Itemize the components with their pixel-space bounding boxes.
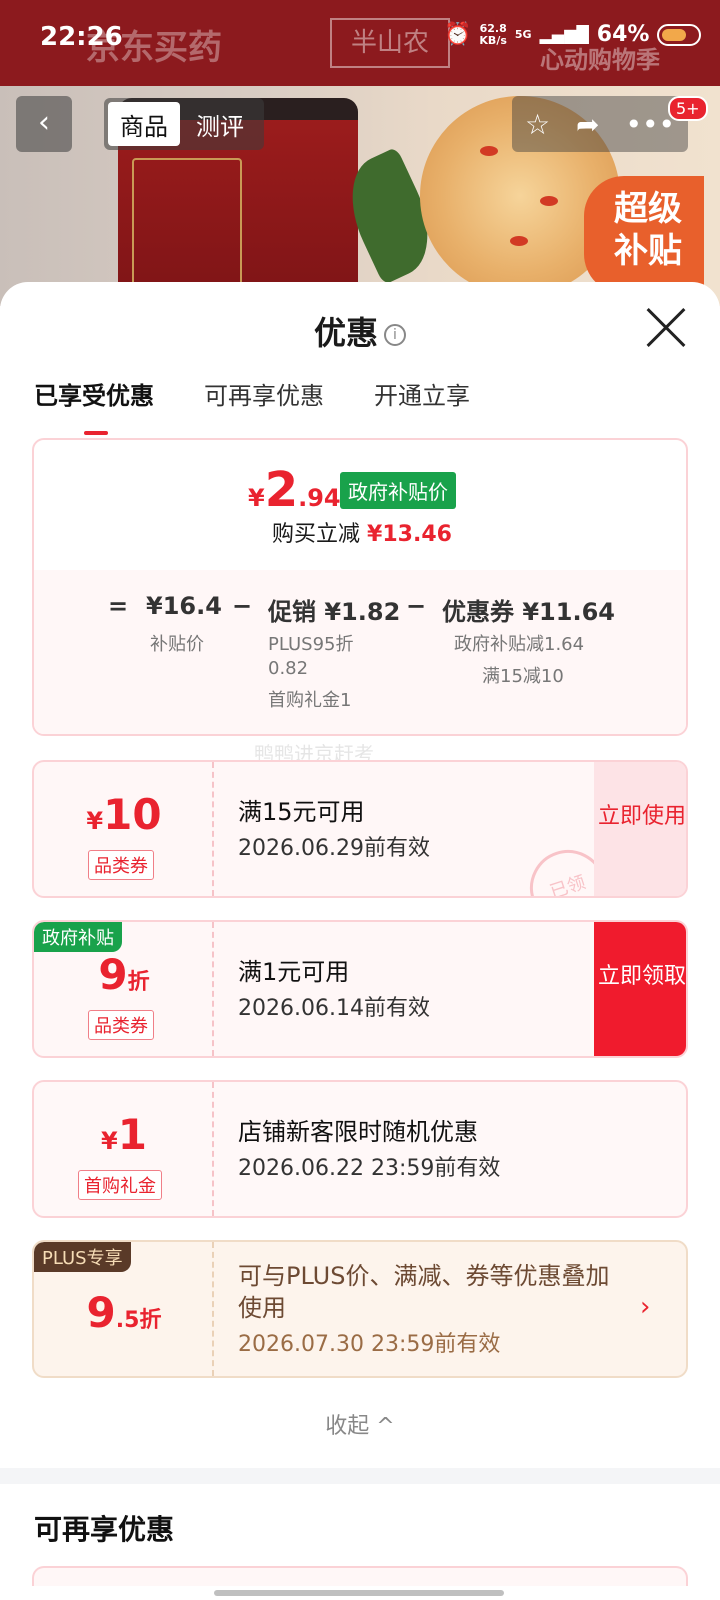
coupon-type: 首购礼金	[78, 1170, 162, 1200]
gov-subsidy-corner-tag: 政府补贴	[34, 922, 122, 952]
coupon-type: 品类券	[88, 1010, 154, 1040]
shop-logo: 半山农	[330, 18, 450, 68]
star-icon[interactable]: ☆	[525, 108, 550, 141]
message-badge: 5+	[668, 96, 708, 121]
discount-sheet: 优惠 i 已享受优惠 可再享优惠 开通立享 ¥2.94 政府补贴价 购买立减 ¥1…	[0, 282, 720, 1600]
minus-sign: −	[232, 592, 253, 620]
coupon-validity: 2026.07.30 23:59前有效	[238, 1332, 501, 1357]
back-button[interactable]: ‹	[16, 96, 72, 152]
more-discounts-card	[32, 1566, 688, 1586]
coupon-validity: 2026.06.22 23:59前有效	[238, 1156, 501, 1181]
collapse-button[interactable]: 收起 ^	[0, 1408, 720, 1440]
instant-reduce: 购买立减 ¥13.46	[272, 522, 452, 547]
coupon-card: 9折 品类券 政府补贴 满1元可用 2026.06.14前有效 立即领取	[32, 920, 688, 1058]
coupon-detail-gov: 政府补贴减1.64	[454, 634, 585, 655]
equals-sign: =	[108, 592, 129, 620]
coupon-value: ¥10	[86, 790, 162, 839]
coupon-value: 9.5折	[86, 1288, 162, 1337]
alarm-icon: ⏰	[444, 22, 472, 47]
home-indicator	[214, 1590, 504, 1596]
coupon-detail-full: 满15减10	[482, 666, 564, 687]
close-icon[interactable]	[644, 306, 688, 350]
promo-amount: 促销 ¥1.82	[268, 598, 401, 626]
tab-activate-discounts[interactable]: 开通立享	[374, 376, 470, 411]
chevron-right-icon: ›	[640, 1292, 651, 1322]
more-discounts-title: 可再享优惠	[34, 1513, 175, 1546]
coupon-condition: 店铺新客限时随机优惠	[238, 1118, 478, 1146]
subsidy-price-label: 补贴价	[150, 634, 204, 655]
promo-detail-gift: 首购礼金1	[268, 690, 352, 711]
claim-now-button[interactable]: 立即领取	[594, 922, 686, 1056]
share-icon[interactable]: ➦	[576, 108, 599, 141]
minus-sign-2: −	[406, 592, 427, 620]
final-price: ¥2.94	[248, 462, 341, 518]
battery-icon	[657, 23, 702, 46]
nav-actions: ☆ ➦ •••	[512, 96, 688, 152]
product-tabs: 商品 测评	[104, 98, 264, 150]
plus-coupon-card[interactable]: 9.5折 PLUS专享 可与PLUS价、满减、券等优惠叠加使用 2026.07.…	[32, 1240, 688, 1378]
coupon-validity: 2026.06.29前有效	[238, 836, 430, 861]
price-summary-card: ¥2.94 政府补贴价 购买立减 ¥13.46 = ¥16.4 补贴价 − 促销…	[32, 438, 688, 736]
tab-enjoyed-discounts[interactable]: 已享受优惠	[34, 376, 154, 435]
sheet-title: 优惠 i	[0, 308, 720, 354]
signal-icon: ▂▄▆█	[539, 25, 589, 44]
coupon-card: ¥10 品类券 满15元可用 2026.06.29前有效 已领 立即使用	[32, 760, 688, 898]
plus-exclusive-tag: PLUS专享	[34, 1242, 131, 1272]
use-now-button[interactable]: 立即使用	[594, 762, 686, 896]
subsidy-price: ¥16.4	[146, 592, 222, 620]
status-icons: ⏰ 62.8 KB/s 5G ▂▄▆█ 64%	[444, 21, 702, 47]
coupon-condition: 可与PLUS价、满减、券等优惠叠加使用	[238, 1262, 610, 1322]
coupon-validity: 2026.06.14前有效	[238, 996, 430, 1021]
status-time: 22:26	[40, 22, 123, 52]
coupon-amount: 优惠券 ¥11.64	[442, 598, 615, 626]
coupon-condition: 满1元可用	[238, 958, 350, 986]
tab-product[interactable]: 商品	[108, 102, 180, 146]
coupon-value: 9折	[98, 950, 150, 999]
net-speed: 62.8 KB/s	[479, 21, 507, 47]
promo-detail-plus: PLUS95折	[268, 634, 354, 655]
network-type: 5G	[514, 27, 532, 41]
discount-tabs: 已享受优惠 可再享优惠 开通立享	[34, 376, 470, 435]
price-breakdown: = ¥16.4 补贴价 − 促销 ¥1.82 PLUS95折 0.82 首购礼金…	[34, 570, 686, 734]
gov-subsidy-tag: 政府补贴价	[340, 472, 456, 509]
battery-percent: 64%	[596, 22, 650, 47]
coupon-type: 品类券	[88, 850, 154, 880]
section-divider	[0, 1468, 720, 1484]
coupon-card: ¥1 首购礼金 店铺新客限时随机优惠 2026.06.22 23:59前有效	[32, 1080, 688, 1218]
coupon-condition: 满15元可用	[238, 798, 365, 826]
super-subsidy-badge: 超级补贴	[584, 176, 704, 294]
tab-review[interactable]: 测评	[184, 102, 256, 146]
promo-detail-amount: 0.82	[268, 658, 309, 679]
info-icon[interactable]: i	[384, 324, 406, 346]
coupon-value: ¥1	[101, 1110, 147, 1159]
tab-more-discounts[interactable]: 可再享优惠	[204, 376, 324, 411]
status-bar: 京东买药 半山农 心动购物季 22:26 ⏰ 62.8 KB/s 5G ▂▄▆█ …	[0, 0, 720, 86]
